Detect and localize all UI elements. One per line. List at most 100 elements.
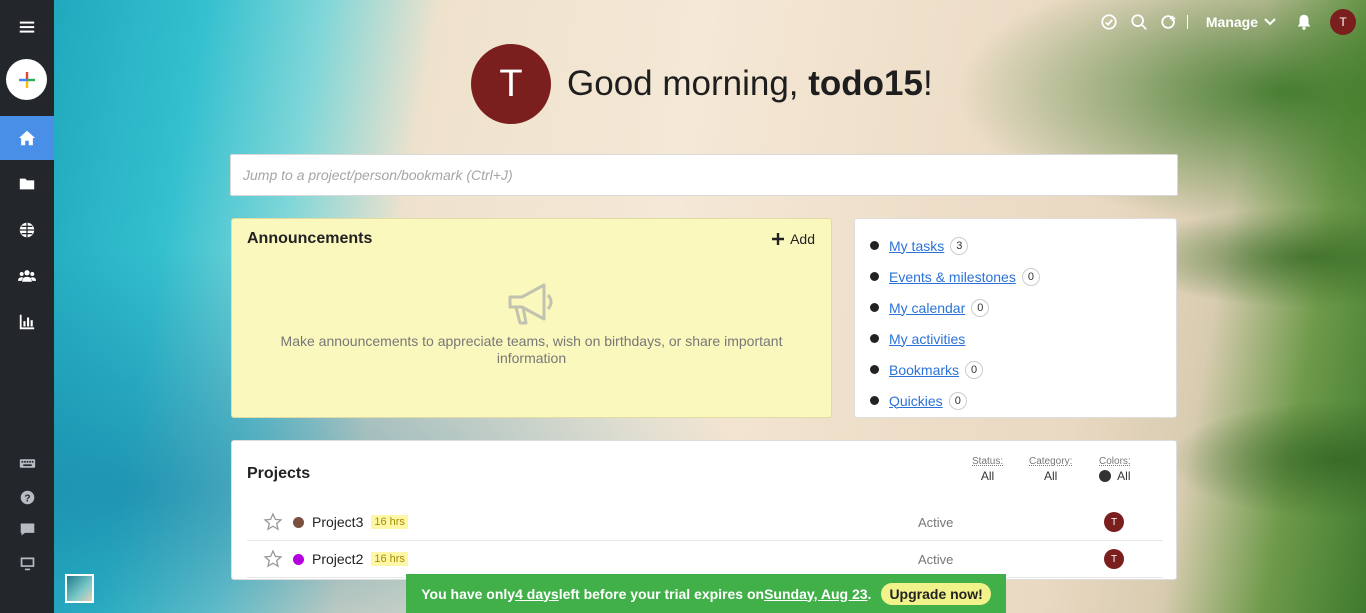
quick-link-quickies: Quickies 0 xyxy=(870,385,1161,416)
star-icon[interactable] xyxy=(263,512,283,532)
color-swatch-icon xyxy=(1099,470,1112,482)
background-thumbnail-button[interactable] xyxy=(65,574,94,603)
folder-icon xyxy=(19,178,35,190)
project-status: Active xyxy=(918,514,954,530)
plus-icon xyxy=(18,71,35,88)
project-color-dot xyxy=(293,516,304,528)
sidebar-item-reports[interactable] xyxy=(0,300,54,344)
keyboard-icon xyxy=(19,458,35,468)
bullet xyxy=(870,334,879,343)
colors-filter[interactable]: Colors: All xyxy=(1099,456,1131,483)
notifications-bell-icon[interactable] xyxy=(1292,10,1316,34)
project-hours-badge: 16 hrs xyxy=(371,552,408,566)
category-filter[interactable]: Category: All xyxy=(1029,456,1072,483)
sidebar: ? xyxy=(0,0,54,613)
calendar-count: 0 xyxy=(971,298,990,317)
events-milestones-link[interactable]: Events & milestones xyxy=(889,269,1016,285)
trial-text-3: . xyxy=(867,585,872,602)
announcements-title: Announcements xyxy=(247,230,373,247)
chart-icon xyxy=(19,314,35,330)
add-announcement-button[interactable]: Add xyxy=(772,231,815,247)
menu-icon[interactable] xyxy=(0,5,54,49)
sidebar-item-people[interactable] xyxy=(0,254,54,298)
quick-link-calendar: My calendar 0 xyxy=(870,292,1161,323)
quick-link-events: Events & milestones 0 xyxy=(870,261,1161,292)
quick-add-icon[interactable] xyxy=(1157,10,1181,34)
bullet xyxy=(870,365,879,374)
projects-panel: Projects Status: All Category: All Color… xyxy=(231,440,1177,580)
create-new-button[interactable] xyxy=(6,59,47,100)
trial-days: 4 days xyxy=(515,585,559,602)
quick-link-bookmarks: Bookmarks 0 xyxy=(870,354,1161,385)
greeting-text: Good morning, todo15! xyxy=(567,64,933,104)
manage-menu[interactable]: Manage xyxy=(1206,14,1276,30)
globe-icon xyxy=(19,222,35,238)
user-avatar-large: T xyxy=(471,44,551,124)
status-filter[interactable]: Status: All xyxy=(972,456,1003,483)
greeting-prefix: Good morning, xyxy=(567,64,809,103)
announcements-panel: Announcements Add Make announcements to … xyxy=(231,218,832,418)
colors-filter-value: All xyxy=(1117,469,1131,483)
sidebar-item-desktop[interactable] xyxy=(0,541,54,585)
topbar: Manage T xyxy=(1097,8,1356,36)
my-activities-link[interactable]: My activities xyxy=(889,331,965,347)
bullet xyxy=(870,241,879,250)
events-count: 0 xyxy=(1021,267,1040,286)
bookmarks-count: 0 xyxy=(965,360,984,379)
announcements-empty-message: Make announcements to appreciate teams, … xyxy=(280,333,783,366)
user-avatar[interactable]: T xyxy=(1330,9,1356,35)
category-filter-value: All xyxy=(1044,469,1058,483)
colors-filter-value-wrap: All xyxy=(1099,469,1131,483)
monitor-icon xyxy=(20,557,34,570)
my-tasks-link[interactable]: My tasks xyxy=(889,238,944,254)
sidebar-item-everything[interactable] xyxy=(0,208,54,252)
sidebar-item-home[interactable] xyxy=(0,116,54,160)
table-row[interactable]: Project2 16 hrs Active T xyxy=(247,541,1163,578)
chevron-down-icon xyxy=(1264,18,1276,26)
project-name[interactable]: Project3 xyxy=(312,514,363,530)
people-icon xyxy=(18,270,36,282)
search-icon[interactable] xyxy=(1127,10,1151,34)
trial-date: Sunday, Aug 23 xyxy=(764,585,868,602)
category-filter-label: Category: xyxy=(1029,456,1073,467)
greeting-suffix: ! xyxy=(922,64,933,103)
home-icon xyxy=(18,130,36,146)
jump-to-input[interactable] xyxy=(230,154,1178,196)
greeting: T Good morning, todo15! xyxy=(471,44,933,124)
trial-banner: You have only 4 days left before your tr… xyxy=(406,574,1006,613)
trial-text-2: left before your trial expires on xyxy=(558,585,765,602)
timer-icon[interactable] xyxy=(1097,10,1121,34)
separator xyxy=(1186,15,1188,29)
quick-link-my-tasks: My tasks 3 xyxy=(870,230,1161,261)
my-calendar-link[interactable]: My calendar xyxy=(889,300,965,316)
project-owner-avatar[interactable]: T xyxy=(1104,512,1124,532)
star-icon[interactable] xyxy=(263,549,283,569)
project-color-dot xyxy=(293,553,304,565)
greeting-username: todo15 xyxy=(808,64,923,103)
sidebar-item-projects[interactable] xyxy=(0,162,54,206)
project-hours-badge: 16 hrs xyxy=(371,515,408,529)
quick-links-panel: My tasks 3 Events & milestones 0 My cale… xyxy=(854,218,1177,418)
manage-label: Manage xyxy=(1205,14,1258,30)
add-label: Add xyxy=(790,231,815,247)
plus-icon xyxy=(772,233,785,245)
megaphone-icon xyxy=(508,283,553,325)
project-status: Active xyxy=(918,551,954,567)
upgrade-now-button[interactable]: Upgrade now! xyxy=(881,582,991,605)
colors-filter-label: Colors: xyxy=(1099,456,1131,467)
bullet xyxy=(870,303,879,312)
quickies-link[interactable]: Quickies xyxy=(889,393,943,409)
chat-icon xyxy=(20,523,34,535)
status-filter-label: Status: xyxy=(972,456,1004,467)
project-owner-avatar[interactable]: T xyxy=(1104,549,1124,569)
bullet xyxy=(870,272,879,281)
table-row[interactable]: Project3 16 hrs Active T xyxy=(247,504,1163,541)
svg-text:?: ? xyxy=(24,493,30,504)
status-filter-value: All xyxy=(980,469,995,483)
quickies-count: 0 xyxy=(948,391,967,410)
help-icon: ? xyxy=(20,490,34,504)
my-tasks-count: 3 xyxy=(950,236,969,255)
trial-text-1: You have only xyxy=(421,585,516,602)
project-name[interactable]: Project2 xyxy=(312,551,363,567)
bookmarks-link[interactable]: Bookmarks xyxy=(889,362,959,378)
